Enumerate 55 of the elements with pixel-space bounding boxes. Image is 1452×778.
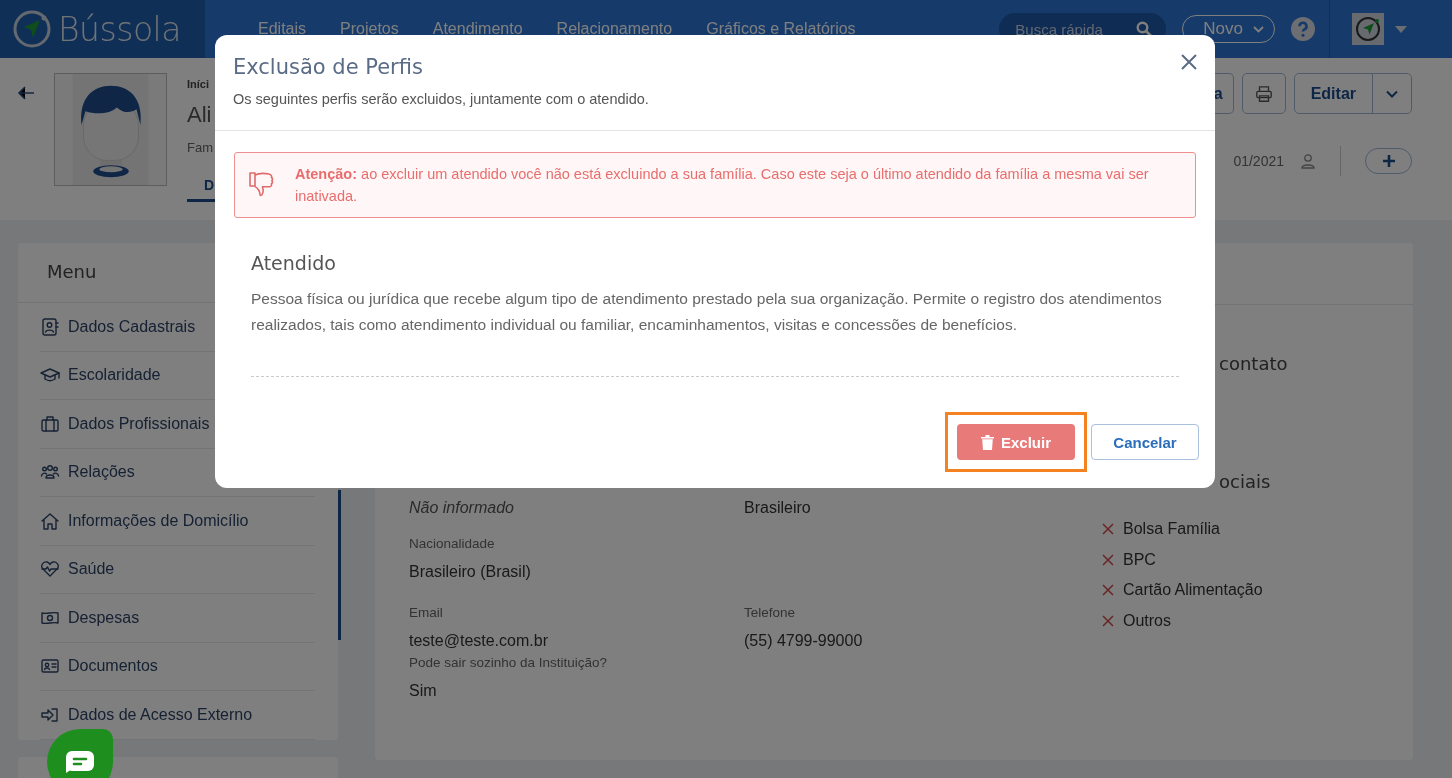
menu-item[interactable]: Documentos <box>40 642 315 691</box>
field-value: Brasileiro <box>744 498 812 518</box>
nav-link[interactable]: Editais <box>241 20 324 38</box>
field-label: Nacionalidade <box>409 535 496 553</box>
print-button[interactable] <box>1241 73 1286 114</box>
menu-item[interactable]: Despesas <box>40 594 315 643</box>
chevron-icon <box>1386 89 1398 98</box>
modal-title: Exclusão de Perfis <box>233 55 423 79</box>
close-icon <box>1181 54 1197 70</box>
field-label: Pode sair sozinho da Instituição? <box>409 654 609 672</box>
menu-item[interactable]: Informações de Domicílio <box>40 497 315 546</box>
plus-icon <box>1381 154 1396 168</box>
field-label: Telefone <box>744 604 797 622</box>
field-label: Email <box>409 604 444 622</box>
trash-icon <box>981 434 994 450</box>
field-value: Não informado <box>409 498 515 518</box>
cancel-button[interactable]: Cancelar <box>1091 424 1199 460</box>
chat-button[interactable] <box>47 729 113 778</box>
person-name: Ali <box>187 102 213 128</box>
scroll-thumb[interactable] <box>338 490 341 640</box>
add-button[interactable] <box>1365 148 1412 174</box>
caret-icon[interactable] <box>1394 24 1408 34</box>
section-title: Atendido <box>251 252 337 274</box>
benefit-label: BPC <box>1123 550 1156 569</box>
field-value: (55) 4799-99000 <box>744 631 864 651</box>
alert-text: Atenção: ao excluir um atendido você não está excluindo a sua família. Caso este seja o último atendido da família a mesma vai ser inativada. <box>295 165 1150 206</box>
logo-text: Bússola <box>58 9 181 49</box>
house-icon <box>40 510 60 531</box>
date-text: 01/2021 <box>1233 153 1284 169</box>
help-icon[interactable] <box>1291 17 1315 41</box>
chevron-icon <box>1253 25 1264 33</box>
field-value: Brasileiro (Brasil) <box>409 562 532 582</box>
edit-button[interactable]: Editar <box>1294 74 1373 113</box>
benefit-label: Bolsa Família <box>1123 520 1220 539</box>
field-value: teste@teste.com.br <box>409 631 549 651</box>
printer-icon <box>1254 84 1273 103</box>
family-label: Fam <box>187 140 214 155</box>
modal-subtitle: Os seguintes perfis serão excluidos, juntamente com o atendido. <box>233 91 650 107</box>
section-heading: ociais <box>1218 470 1272 494</box>
nav-link[interactable]: Atendimento <box>415 20 540 38</box>
user-avatar-icon[interactable] <box>1352 13 1384 45</box>
contact-card-icon <box>40 316 60 337</box>
chat-icon <box>66 751 94 773</box>
briefcase-icon <box>40 413 60 434</box>
menu-item[interactable]: Saúde <box>40 545 315 594</box>
compass-logo-icon <box>12 9 52 49</box>
section-heading: contato <box>1218 352 1288 376</box>
delete-button[interactable]: Excluir <box>957 424 1075 460</box>
field-value: Sim <box>409 681 438 701</box>
nav-link[interactable]: Projetos <box>323 20 416 38</box>
nav-link[interactable]: Gráficos e Relatórios <box>689 20 873 38</box>
benefit-label: Cartão Alimentação <box>1123 581 1263 600</box>
user-icon <box>1300 153 1316 169</box>
benefit-label: Outros <box>1123 611 1171 630</box>
nav-link[interactable]: Relacionamento <box>539 20 690 38</box>
